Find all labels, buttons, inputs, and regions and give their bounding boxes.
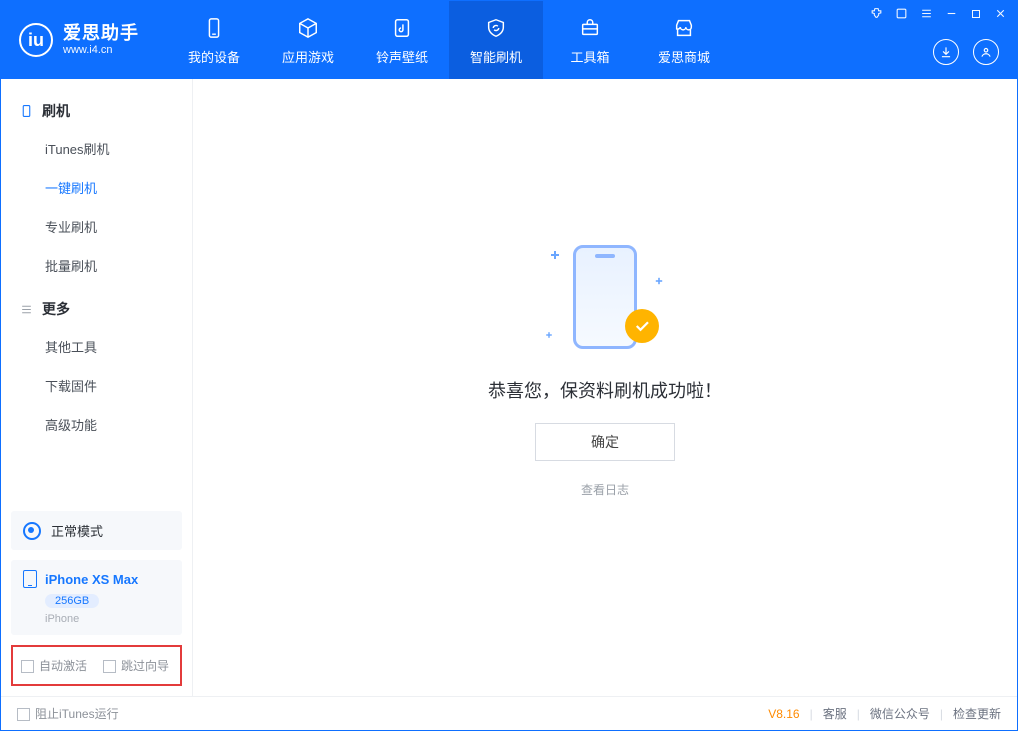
checkbox-skip-guide[interactable]: 跳过向导 bbox=[103, 657, 169, 674]
feedback-icon[interactable] bbox=[870, 7, 883, 20]
sidebar-heading-more: 更多 bbox=[1, 291, 192, 327]
sidebar-item-pro-flash[interactable]: 专业刷机 bbox=[1, 207, 192, 246]
cube-icon bbox=[295, 15, 321, 41]
support-link[interactable]: 客服 bbox=[823, 705, 847, 722]
version-label: V8.16 bbox=[768, 707, 799, 721]
checkbox-label: 阻止iTunes运行 bbox=[35, 707, 119, 721]
mode-indicator-icon bbox=[23, 522, 41, 540]
sidebar-heading-label: 刷机 bbox=[42, 101, 70, 121]
main-content: 恭喜您，保资料刷机成功啦！ 确定 查看日志 bbox=[193, 79, 1017, 696]
sidebar-heading-flash: 刷机 bbox=[1, 93, 192, 129]
device-name-row: iPhone XS Max bbox=[23, 570, 170, 588]
maximize-button[interactable] bbox=[970, 8, 982, 20]
body: 刷机 iTunes刷机 一键刷机 专业刷机 批量刷机 更多 其他工具 下载固件 … bbox=[1, 79, 1017, 696]
nav-label: 我的设备 bbox=[188, 47, 240, 66]
window-controls-top bbox=[870, 7, 1007, 20]
nav-label: 应用游戏 bbox=[282, 47, 334, 66]
nav-store[interactable]: 爱思商城 bbox=[637, 1, 731, 79]
sidebar-item-batch-flash[interactable]: 批量刷机 bbox=[1, 246, 192, 285]
list-icon bbox=[19, 302, 34, 317]
sidebar-heading-label: 更多 bbox=[42, 299, 70, 319]
sidebar-section-flash: 刷机 iTunes刷机 一键刷机 专业刷机 批量刷机 bbox=[1, 93, 192, 291]
app-title: 爱思助手 www.i4.cn bbox=[63, 24, 139, 56]
sparkle-icon bbox=[656, 278, 662, 284]
nav-smart-flash[interactable]: 智能刷机 bbox=[449, 1, 543, 79]
result-message: 恭喜您，保资料刷机成功啦！ bbox=[488, 377, 722, 403]
check-update-link[interactable]: 检查更新 bbox=[953, 705, 1001, 722]
close-button[interactable] bbox=[994, 7, 1007, 20]
nav-label: 智能刷机 bbox=[470, 47, 522, 66]
success-graphic bbox=[545, 237, 665, 357]
sidebar-section-more: 更多 其他工具 下载固件 高级功能 bbox=[1, 291, 192, 450]
checkbox-label: 自动激活 bbox=[39, 659, 87, 673]
main-nav: 我的设备 应用游戏 铃声壁纸 智能刷机 bbox=[167, 1, 731, 79]
nav-my-device[interactable]: 我的设备 bbox=[167, 1, 261, 79]
minimize-button[interactable] bbox=[945, 7, 958, 20]
checkbox-auto-activate[interactable]: 自动激活 bbox=[21, 657, 87, 674]
checkbox-icon bbox=[17, 708, 30, 721]
logo-badge-icon: iu bbox=[19, 23, 53, 57]
nav-toolbox[interactable]: 工具箱 bbox=[543, 1, 637, 79]
flash-result: 恭喜您，保资料刷机成功啦！ 确定 查看日志 bbox=[488, 237, 722, 498]
phone-icon bbox=[23, 570, 37, 588]
checkbox-block-itunes[interactable]: 阻止iTunes运行 bbox=[17, 705, 119, 722]
toolbox-icon bbox=[577, 15, 603, 41]
app-title-cn: 爱思助手 bbox=[63, 24, 139, 44]
store-icon bbox=[671, 15, 697, 41]
statusbar-left: 阻止iTunes运行 bbox=[17, 705, 119, 722]
nav-label: 铃声壁纸 bbox=[376, 47, 428, 66]
sidebar-item-other-tools[interactable]: 其他工具 bbox=[1, 327, 192, 366]
app-window: iu 爱思助手 www.i4.cn 我的设备 应用游戏 bbox=[0, 0, 1018, 731]
sidebar: 刷机 iTunes刷机 一键刷机 专业刷机 批量刷机 更多 其他工具 下载固件 … bbox=[1, 79, 193, 696]
view-log-link[interactable]: 查看日志 bbox=[581, 481, 629, 498]
sparkle-icon bbox=[546, 332, 552, 338]
ok-button[interactable]: 确定 bbox=[535, 423, 675, 461]
device-mode-label: 正常模式 bbox=[51, 521, 103, 540]
phone-outline-icon bbox=[19, 104, 34, 119]
titlebar: iu 爱思助手 www.i4.cn 我的设备 应用游戏 bbox=[1, 1, 1017, 79]
device-icon bbox=[201, 15, 227, 41]
shield-refresh-icon bbox=[483, 15, 509, 41]
app-logo: iu 爱思助手 www.i4.cn bbox=[19, 23, 139, 57]
statusbar-right: V8.16 | 客服 | 微信公众号 | 检查更新 bbox=[768, 705, 1001, 722]
sidebar-item-oneclick-flash[interactable]: 一键刷机 bbox=[1, 168, 192, 207]
check-badge-icon bbox=[625, 309, 659, 343]
device-type: iPhone bbox=[45, 613, 170, 625]
statusbar: 阻止iTunes运行 V8.16 | 客服 | 微信公众号 | 检查更新 bbox=[1, 696, 1017, 730]
device-mode-card[interactable]: 正常模式 bbox=[11, 511, 182, 550]
wechat-link[interactable]: 微信公众号 bbox=[870, 705, 930, 722]
titlebar-actions bbox=[933, 39, 999, 65]
flash-options-box: 自动激活 跳过向导 bbox=[11, 645, 182, 686]
device-capacity-badge: 256GB bbox=[45, 594, 99, 608]
checkbox-label: 跳过向导 bbox=[121, 659, 169, 673]
sidebar-item-itunes-flash[interactable]: iTunes刷机 bbox=[1, 129, 192, 168]
app-title-en: www.i4.cn bbox=[63, 44, 139, 56]
sidebar-item-download-firmware[interactable]: 下载固件 bbox=[1, 366, 192, 405]
sparkle-icon bbox=[551, 251, 559, 259]
nav-apps-games[interactable]: 应用游戏 bbox=[261, 1, 355, 79]
sidebar-item-advanced[interactable]: 高级功能 bbox=[1, 405, 192, 444]
nav-label: 工具箱 bbox=[570, 47, 609, 66]
music-file-icon bbox=[389, 15, 415, 41]
checkbox-icon bbox=[103, 660, 116, 673]
nav-label: 爱思商城 bbox=[658, 47, 710, 66]
account-button[interactable] bbox=[973, 39, 999, 65]
device-card[interactable]: iPhone XS Max 256GB iPhone bbox=[11, 560, 182, 635]
nav-ringtones-wallpapers[interactable]: 铃声壁纸 bbox=[355, 1, 449, 79]
skin-icon[interactable] bbox=[895, 7, 908, 20]
device-name: iPhone XS Max bbox=[45, 572, 138, 587]
menu-icon[interactable] bbox=[920, 7, 933, 20]
checkbox-icon bbox=[21, 660, 34, 673]
download-button[interactable] bbox=[933, 39, 959, 65]
